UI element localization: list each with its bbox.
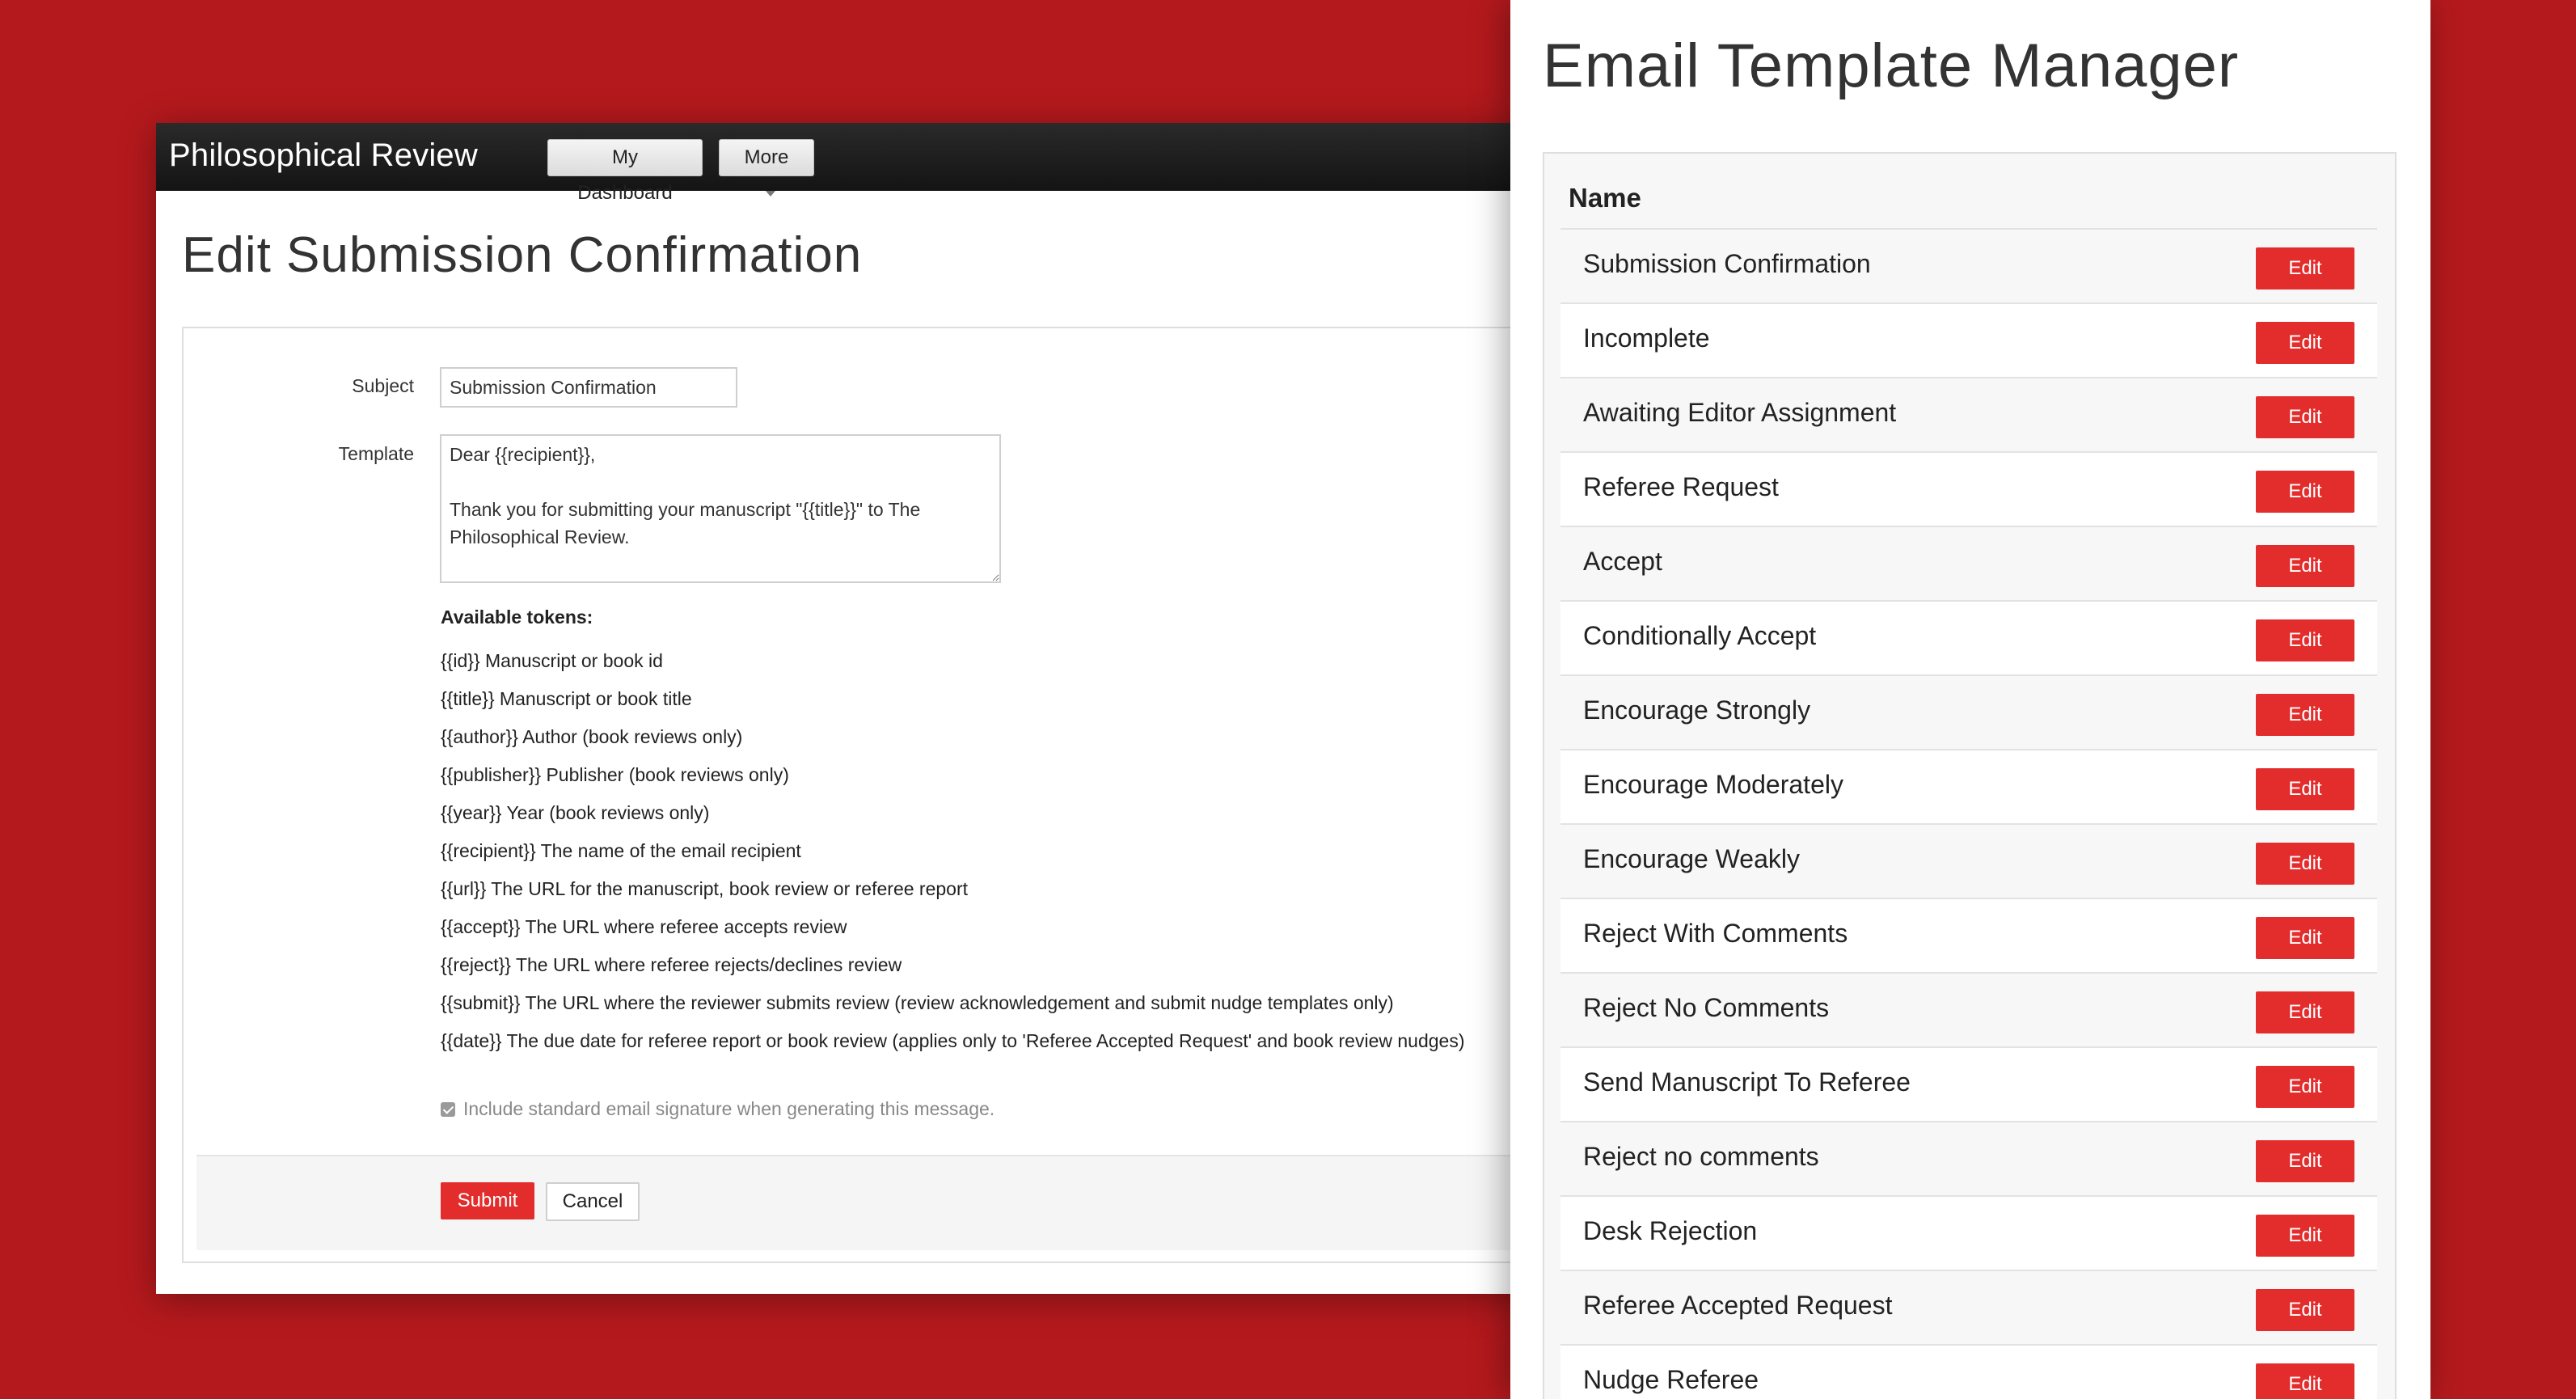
template-row: Referee Accepted Request Edit bbox=[1560, 1270, 2377, 1344]
my-dashboard-button[interactable]: My Dashboard bbox=[547, 139, 703, 204]
template-row: Incomplete Edit bbox=[1560, 302, 2377, 377]
edit-button[interactable]: Edit bbox=[2256, 843, 2354, 885]
template-row: Reject no comments Edit bbox=[1560, 1121, 2377, 1195]
chevron-down-icon bbox=[766, 191, 775, 197]
template-name: Reject With Comments bbox=[1583, 919, 1848, 948]
signature-option[interactable]: Include standard email signature when ge… bbox=[441, 1098, 995, 1120]
template-label: Template bbox=[338, 443, 414, 464]
token-item: {{author}} Author (book reviews only) bbox=[441, 726, 743, 747]
manager-title: Email Template Manager bbox=[1543, 32, 2240, 100]
edit-button[interactable]: Edit bbox=[2256, 1140, 2354, 1182]
tokens-list: {{id}} Manuscript or book id {{title}} M… bbox=[441, 642, 1465, 1060]
template-name: Desk Rejection bbox=[1583, 1216, 1758, 1245]
template-name: Incomplete bbox=[1583, 323, 1710, 353]
signature-label: Include standard email signature when ge… bbox=[463, 1098, 995, 1119]
edit-button[interactable]: Edit bbox=[2256, 619, 2354, 661]
token-item: {{year}} Year (book reviews only) bbox=[441, 802, 710, 823]
page-title: Edit Submission Confirmation bbox=[182, 227, 863, 283]
edit-button[interactable]: Edit bbox=[2256, 322, 2354, 364]
token-item: {{accept}} The URL where referee accepts… bbox=[441, 916, 847, 937]
template-textarea[interactable]: Dear {{recipient}}, Thank you for submit… bbox=[440, 434, 1001, 583]
template-name: Nudge Referee bbox=[1583, 1365, 1759, 1394]
template-row: Submission Confirmation Edit bbox=[1560, 228, 2377, 302]
template-row: Reject No Comments Edit bbox=[1560, 972, 2377, 1046]
template-name: Encourage Weakly bbox=[1583, 844, 1800, 873]
edit-button[interactable]: Edit bbox=[2256, 917, 2354, 959]
subject-input[interactable] bbox=[440, 367, 737, 408]
token-item: {{publisher}} Publisher (book reviews on… bbox=[441, 764, 789, 785]
template-name: Awaiting Editor Assignment bbox=[1583, 398, 1897, 427]
token-item: {{reject}} The URL where referee rejects… bbox=[441, 954, 902, 975]
token-item: {{date}} The due date for referee report… bbox=[441, 1030, 1465, 1051]
edit-button[interactable]: Edit bbox=[2256, 396, 2354, 438]
template-name: Reject no comments bbox=[1583, 1142, 1819, 1171]
signature-checkbox[interactable] bbox=[441, 1102, 455, 1117]
edit-button[interactable]: Edit bbox=[2256, 1289, 2354, 1331]
template-name: Encourage Moderately bbox=[1583, 770, 1843, 799]
template-row: Send Manuscript To Referee Edit bbox=[1560, 1046, 2377, 1121]
edit-button[interactable]: Edit bbox=[2256, 694, 2354, 736]
template-name: Reject No Comments bbox=[1583, 993, 1830, 1022]
template-name: Referee Accepted Request bbox=[1583, 1291, 1893, 1320]
token-item: {{recipient}} The name of the email reci… bbox=[441, 840, 801, 861]
template-row: Reject With Comments Edit bbox=[1560, 898, 2377, 972]
edit-button[interactable]: Edit bbox=[2256, 1215, 2354, 1257]
template-row: Referee Request Edit bbox=[1560, 451, 2377, 526]
template-row: Desk Rejection Edit bbox=[1560, 1195, 2377, 1270]
template-name: Submission Confirmation bbox=[1583, 249, 1871, 278]
edit-form: Subject Template Dear {{recipient}}, Tha… bbox=[182, 327, 1536, 1263]
template-name: Conditionally Accept bbox=[1583, 621, 1817, 650]
template-row: Conditionally Accept Edit bbox=[1560, 600, 2377, 674]
template-manager-window: Email Template Manager Name Submission C… bbox=[1510, 0, 2430, 1399]
template-name: Accept bbox=[1583, 547, 1662, 576]
tokens-heading: Available tokens: bbox=[441, 607, 593, 628]
token-item: {{submit}} The URL where the reviewer su… bbox=[441, 992, 1394, 1013]
template-row: Nudge Referee Edit bbox=[1560, 1344, 2377, 1399]
form-actions: Submit Cancel bbox=[196, 1155, 1536, 1250]
edit-button[interactable]: Edit bbox=[2256, 1363, 2354, 1399]
template-name: Referee Request bbox=[1583, 472, 1779, 501]
edit-button[interactable]: Edit bbox=[2256, 768, 2354, 810]
templates-table: Name Submission Confirmation Edit Incomple… bbox=[1543, 152, 2397, 1399]
token-item: {{id}} Manuscript or book id bbox=[441, 650, 663, 671]
token-item: {{url}} The URL for the manuscript, book… bbox=[441, 878, 968, 899]
edit-template-window: Philosophical Review My Dashboard More E… bbox=[156, 123, 1536, 1294]
subject-label: Subject bbox=[352, 375, 414, 396]
template-name: Send Manuscript To Referee bbox=[1583, 1067, 1911, 1097]
edit-button[interactable]: Edit bbox=[2256, 1066, 2354, 1108]
column-header-name: Name bbox=[1569, 183, 1641, 213]
submit-button[interactable]: Submit bbox=[441, 1182, 534, 1219]
cancel-button[interactable]: Cancel bbox=[546, 1182, 640, 1221]
template-row: Encourage Strongly Edit bbox=[1560, 674, 2377, 749]
edit-button[interactable]: Edit bbox=[2256, 471, 2354, 513]
template-list: Submission Confirmation Edit Incomplete Edi… bbox=[1560, 228, 2377, 1399]
template-row: Encourage Moderately Edit bbox=[1560, 749, 2377, 823]
brand-logo[interactable]: Philosophical Review bbox=[169, 137, 478, 174]
edit-button[interactable]: Edit bbox=[2256, 247, 2354, 290]
template-row: Awaiting Editor Assignment Edit bbox=[1560, 377, 2377, 451]
template-row: Encourage Weakly Edit bbox=[1560, 823, 2377, 898]
template-name: Encourage Strongly bbox=[1583, 695, 1811, 725]
more-menu-label: More bbox=[744, 146, 789, 168]
navbar: Philosophical Review My Dashboard More bbox=[156, 123, 1536, 204]
template-row: Accept Edit bbox=[1560, 526, 2377, 600]
more-menu-button[interactable]: More bbox=[719, 139, 814, 197]
token-item: {{title}} Manuscript or book title bbox=[441, 688, 692, 709]
edit-button[interactable]: Edit bbox=[2256, 545, 2354, 587]
edit-button[interactable]: Edit bbox=[2256, 991, 2354, 1033]
